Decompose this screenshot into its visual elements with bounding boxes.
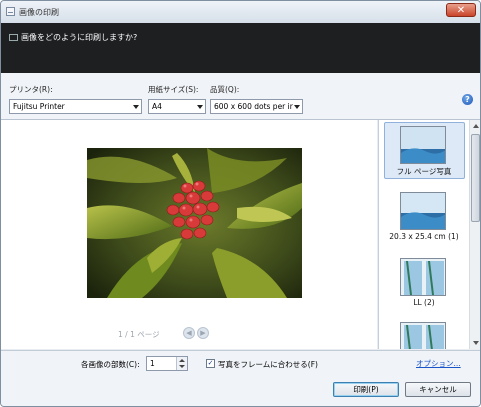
scroll-down-icon[interactable] <box>473 341 479 345</box>
layout-thumbnail-20x25[interactable] <box>400 192 446 230</box>
layout-thumbnail-ll[interactable] <box>400 258 446 296</box>
prompt-text: 画像をどのように印刷しますか? <box>21 33 138 42</box>
options-link[interactable]: オプション... <box>416 358 461 369</box>
printer-select-value: Fujitsu Printer <box>13 102 65 111</box>
prompt-header: 画像をどのように印刷しますか? <box>1 23 480 73</box>
quality-label: 品質(Q): <box>210 85 240 94</box>
printer-label: プリンタ(R): <box>9 85 53 94</box>
stepper-up-icon[interactable] <box>179 359 185 362</box>
chevron-down-icon <box>197 105 203 109</box>
copies-value: 1 <box>150 359 155 368</box>
help-icon[interactable]: ? <box>462 94 473 105</box>
layout-thumbnail-full-page[interactable] <box>400 126 446 164</box>
layout-label: 20.3 x 25.4 cm (1) <box>389 232 459 241</box>
flower-photo-image <box>87 148 302 298</box>
layout-label: フル ページ写真 <box>396 167 452 176</box>
preview-photo <box>87 148 302 298</box>
previous-page-icon[interactable]: ◀ <box>183 327 195 339</box>
window-title: 画像の印刷 <box>19 8 59 17</box>
paper-size-select[interactable]: A4 <box>148 99 206 114</box>
stepper-buttons[interactable] <box>176 357 187 370</box>
scroll-up-icon[interactable] <box>473 124 479 128</box>
page-indicator: 1 / 1 ページ <box>118 330 160 339</box>
paper-size-value: A4 <box>152 102 162 111</box>
title-bar: 画像の印刷 ✕ <box>1 1 480 23</box>
landscape-thumbnail-image <box>401 127 445 163</box>
layout-list: フル ページ写真 20.3 x 25.4 cm (1) LL (2) <box>378 120 480 349</box>
waterfall-thumbnail-image <box>401 259 445 295</box>
close-button[interactable]: ✕ <box>446 3 476 17</box>
quality-value: 600 x 600 dots per ir <box>214 102 293 111</box>
print-pictures-window: 画像の印刷 ✕ 画像をどのように印刷しますか? プリンタ(R): Fujitsu… <box>0 0 481 407</box>
paper-size-label: 用紙サイズ(S): <box>148 85 199 94</box>
copies-label: 各画像の部数(C): <box>81 360 140 369</box>
copies-stepper[interactable]: 1 <box>146 356 188 371</box>
chevron-down-icon <box>294 105 300 109</box>
quality-select[interactable]: 600 x 600 dots per ir <box>210 99 303 114</box>
layout-label: LL (2) <box>413 298 435 307</box>
print-button[interactable]: 印刷(P) <box>333 382 399 397</box>
print-options-bar: プリンタ(R): Fujitsu Printer 用紙サイズ(S): A4 品質… <box>1 73 480 120</box>
waterfall-thumbnail-image <box>401 323 445 349</box>
fit-to-frame-checkbox[interactable]: ✓ <box>206 359 215 368</box>
landscape-thumbnail-image <box>401 193 445 229</box>
fit-to-frame-label: 写真をフレームに合わせる(F) <box>218 360 318 369</box>
chevron-down-icon <box>133 105 139 109</box>
next-page-icon[interactable]: ▶ <box>197 327 209 339</box>
bottom-bar: 各画像の部数(C): 1 ✓ 写真をフレームに合わせる(F) オプション... … <box>1 350 480 406</box>
scrollbar-thumb[interactable] <box>471 134 480 222</box>
printer-select[interactable]: Fujitsu Printer <box>9 99 142 114</box>
printer-icon <box>9 34 18 41</box>
print-preview-pane: 1 / 1 ページ ◀ ▶ <box>1 120 377 349</box>
printer-icon <box>6 7 15 16</box>
layout-scrollbar[interactable] <box>469 120 480 349</box>
cancel-button[interactable]: キャンセル <box>405 382 471 397</box>
stepper-down-icon[interactable] <box>179 365 185 368</box>
layout-thumbnail-4[interactable] <box>400 322 446 349</box>
